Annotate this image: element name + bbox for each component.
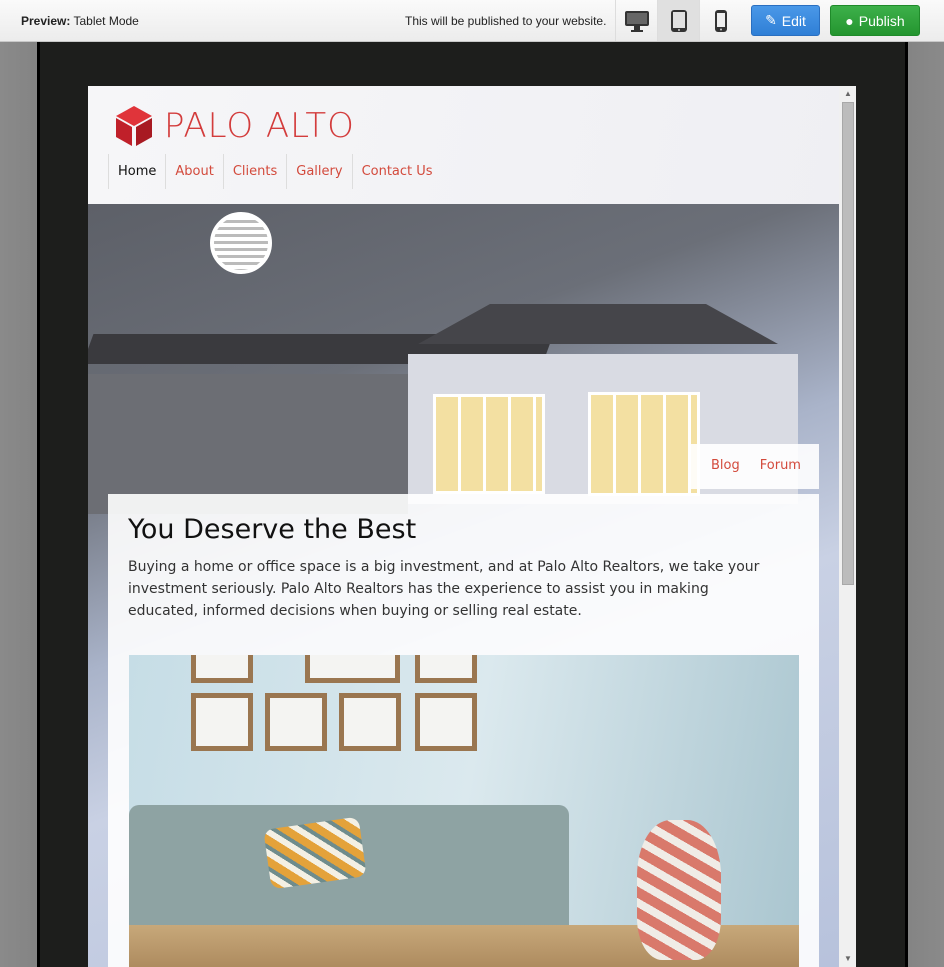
edit-icon: ✎ xyxy=(765,12,777,28)
nav-forum[interactable]: Forum xyxy=(760,458,801,489)
site-preview: PALO ALTO Home About Clients Gallery Con… xyxy=(88,86,856,967)
nav-gallery[interactable]: Gallery xyxy=(286,154,351,189)
main-nav: Home About Clients Gallery Contact Us xyxy=(108,154,442,189)
publish-message: This will be published to your website. xyxy=(405,14,607,28)
edit-button[interactable]: ✎ Edit xyxy=(751,5,820,36)
site-logo[interactable]: PALO ALTO xyxy=(116,106,355,146)
nav-home[interactable]: Home xyxy=(108,154,165,189)
scrollbar-thumb[interactable] xyxy=(842,102,854,585)
scroll-up-arrow-icon[interactable]: ▲ xyxy=(844,89,852,98)
living-room-image xyxy=(129,655,799,967)
globe-icon: ● xyxy=(845,12,854,29)
content-card: You Deserve the Best Buying a home or of… xyxy=(108,494,819,967)
publish-button[interactable]: ● Publish xyxy=(830,5,920,36)
desktop-icon xyxy=(624,10,649,32)
nav-contact-us[interactable]: Contact Us xyxy=(351,154,442,189)
nav-blog[interactable]: Blog xyxy=(711,458,740,489)
preview-toolbar: Preview: Tablet Mode This will be publis… xyxy=(0,0,944,42)
preview-mode-label: Preview: Tablet Mode xyxy=(21,14,139,28)
desktop-view-button[interactable] xyxy=(615,0,657,41)
phone-view-button[interactable] xyxy=(699,0,741,41)
secondary-nav: Blog Forum xyxy=(691,444,819,489)
site-header: PALO ALTO Home About Clients Gallery Con… xyxy=(88,86,839,204)
nav-clients[interactable]: Clients xyxy=(222,154,286,189)
tablet-view-button[interactable] xyxy=(657,0,699,41)
nav-about[interactable]: About xyxy=(165,154,222,189)
tablet-icon xyxy=(670,9,687,32)
cube-logo-icon xyxy=(116,106,152,146)
preview-scrollbar[interactable]: ▲ ▼ xyxy=(839,86,856,967)
intro-paragraph: Buying a home or office space is a big i… xyxy=(128,559,760,619)
page-heading: You Deserve the Best xyxy=(128,514,417,545)
phone-icon xyxy=(714,9,727,32)
scroll-down-arrow-icon[interactable]: ▼ xyxy=(844,954,852,963)
